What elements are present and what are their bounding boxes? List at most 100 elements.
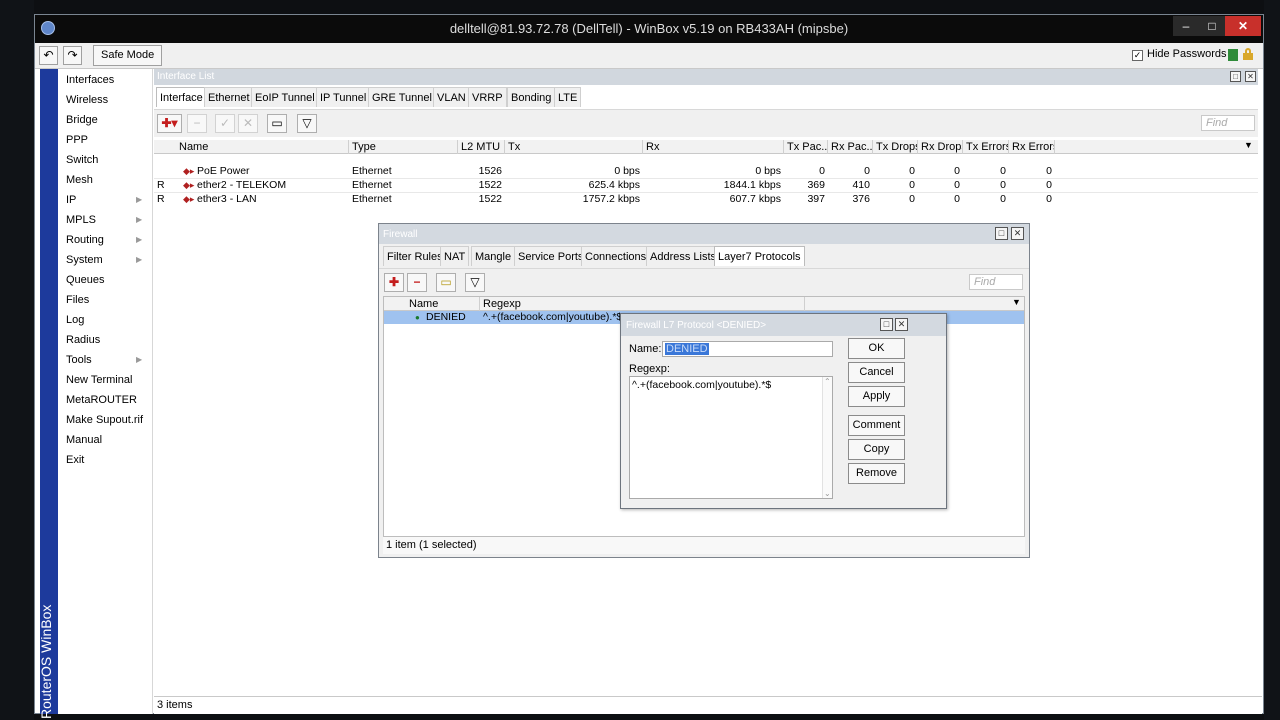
interface-list-title[interactable]: Interface List □ ✕ xyxy=(154,69,1258,85)
filter-icon[interactable]: ▽ xyxy=(297,114,317,133)
tab-eoip-tunnel[interactable]: EoIP Tunnel xyxy=(251,87,319,107)
tab-vrrp[interactable]: VRRP xyxy=(468,87,507,107)
col-type[interactable]: Type xyxy=(349,140,458,154)
close-button[interactable]: ✕ xyxy=(1225,16,1261,36)
enable-icon[interactable]: ✓ xyxy=(215,114,235,133)
submenu-arrow-icon: ▶ xyxy=(136,355,143,364)
add-icon[interactable]: ✚ xyxy=(384,273,404,292)
add-dropdown-icon[interactable]: ✚▾ xyxy=(157,114,182,133)
tab-address-lists[interactable]: Address Lists xyxy=(646,246,721,266)
tab-lte[interactable]: LTE xyxy=(554,87,582,107)
find-input[interactable]: Find xyxy=(1201,115,1255,131)
tab-vlan[interactable]: VLAN xyxy=(433,87,470,107)
winbox-window: delltell@81.93.72.78 (DellTell) - WinBox… xyxy=(34,14,1264,719)
title-bar[interactable]: delltell@81.93.72.78 (DellTell) - WinBox… xyxy=(35,15,1263,43)
disable-icon[interactable]: ✕ xyxy=(238,114,258,133)
ethernet-port-icon: ◆▸ xyxy=(183,166,195,176)
status-dot-icon: ● xyxy=(415,313,420,322)
close-icon[interactable]: ✕ xyxy=(895,318,908,331)
firewall-title[interactable]: Firewall □ ✕ xyxy=(379,224,1029,244)
col-rx[interactable]: Rx xyxy=(643,140,784,154)
col-name[interactable]: Name xyxy=(176,140,349,154)
menu-item-routing[interactable]: Routing ▶ xyxy=(66,234,142,246)
close-icon[interactable]: ✕ xyxy=(1245,71,1256,82)
tab-bonding[interactable]: Bonding xyxy=(507,87,556,107)
menu-item-log[interactable]: Log xyxy=(66,314,84,326)
col-tx-errors[interactable]: Tx Errors xyxy=(963,140,1009,154)
menu-item-interfaces[interactable]: Interfaces xyxy=(66,74,114,86)
regexp-scrollbar[interactable] xyxy=(822,377,832,498)
table-row[interactable]: R ◆▸ ether2 - TELEKOM Ethernet 1522 625.… xyxy=(154,179,1258,192)
interface-status-bar: 3 items xyxy=(154,696,1262,714)
submenu-arrow-icon: ▶ xyxy=(136,235,143,244)
ok-button[interactable]: OK xyxy=(848,338,905,359)
tab-filter-rules[interactable]: Filter Rules xyxy=(383,246,447,266)
col-rx-drops[interactable]: Rx Drops xyxy=(918,140,963,154)
safe-mode-button[interactable]: Safe Mode xyxy=(93,45,163,66)
menu-item-new-terminal[interactable]: New Terminal xyxy=(66,374,132,386)
menu-item-ip[interactable]: IP ▶ xyxy=(66,194,142,206)
col-tx-packets[interactable]: Tx Pac... xyxy=(784,140,828,154)
menu-item-wireless[interactable]: Wireless xyxy=(66,94,108,106)
menu-item-tools[interactable]: Tools ▶ xyxy=(66,354,142,366)
menu-item-files[interactable]: Files xyxy=(66,294,89,306)
comment-icon[interactable]: ▭ xyxy=(267,114,287,133)
column-menu-icon[interactable]: ▼ xyxy=(1244,140,1253,150)
menu-item-bridge[interactable]: Bridge xyxy=(66,114,98,126)
menu-item-exit[interactable]: Exit xyxy=(66,454,84,466)
menu-item-metarouter[interactable]: MetaROUTER xyxy=(66,394,137,406)
tab-connections[interactable]: Connections xyxy=(581,246,651,266)
comment-icon[interactable]: ▭ xyxy=(436,273,456,292)
redo-icon[interactable]: ↷ xyxy=(63,46,82,65)
table-row[interactable]: ◆▸ PoE Power Ethernet 1526 0 bps 0 bps 0… xyxy=(154,165,1258,178)
maximize-button[interactable]: □ xyxy=(1199,16,1225,36)
menu-item-switch[interactable]: Switch xyxy=(66,154,98,166)
tab-mangle[interactable]: Mangle xyxy=(471,246,516,266)
menu-item-radius[interactable]: Radius xyxy=(66,334,100,346)
tab-service-ports[interactable]: Service Ports xyxy=(514,246,588,266)
filter-icon[interactable]: ▽ xyxy=(465,273,485,292)
col-l2mtu[interactable]: L2 MTU xyxy=(458,140,505,154)
maximize-icon[interactable]: □ xyxy=(1230,71,1241,82)
col-name[interactable]: Name xyxy=(406,297,480,311)
col-tx-drops[interactable]: Tx Drops xyxy=(873,140,918,154)
col-rx-packets[interactable]: Rx Pac... xyxy=(828,140,873,154)
find-input[interactable]: Find xyxy=(969,274,1023,290)
regexp-field[interactable]: ^.+(facebook.com|youtube).*$ xyxy=(629,376,833,499)
col-regexp[interactable]: Regexp xyxy=(480,297,805,311)
remove-icon[interactable]: − xyxy=(407,273,427,292)
table-row[interactable]: R ◆▸ ether3 - LAN Ethernet 1522 1757.2 k… xyxy=(154,193,1258,206)
menu-item-manual[interactable]: Manual xyxy=(66,434,102,446)
remove-icon[interactable]: − xyxy=(187,114,207,133)
tab-layer7-protocols[interactable]: Layer7 Protocols xyxy=(714,246,805,266)
cancel-button[interactable]: Cancel xyxy=(848,362,905,383)
remove-button[interactable]: Remove xyxy=(848,463,905,484)
dialog-title[interactable]: Firewall L7 Protocol <DENIED> □ ✕ xyxy=(621,314,946,336)
tab-ip-tunnel[interactable]: IP Tunnel xyxy=(316,87,371,107)
menu-item-system[interactable]: System ▶ xyxy=(66,254,142,266)
col-tx[interactable]: Tx xyxy=(505,140,643,154)
close-icon[interactable]: ✕ xyxy=(1011,227,1024,240)
tab-ethernet[interactable]: Ethernet xyxy=(204,87,254,107)
submenu-arrow-icon: ▶ xyxy=(136,215,143,224)
status-square-icon xyxy=(1228,49,1238,61)
col-rx-errors[interactable]: Rx Errors xyxy=(1009,140,1055,154)
tab-nat[interactable]: NAT xyxy=(440,246,470,266)
maximize-icon[interactable]: □ xyxy=(995,227,1008,240)
tab-interface[interactable]: Interface xyxy=(156,87,207,107)
name-field[interactable]: DENIED xyxy=(662,341,833,357)
minimize-button[interactable]: – xyxy=(1173,16,1199,36)
undo-icon[interactable]: ↶ xyxy=(39,46,58,65)
menu-item-make-supout[interactable]: Make Supout.rif xyxy=(66,414,143,426)
comment-button[interactable]: Comment xyxy=(848,415,905,436)
tab-gre-tunnel[interactable]: GRE Tunnel xyxy=(368,87,436,107)
copy-button[interactable]: Copy xyxy=(848,439,905,460)
column-menu-icon[interactable]: ▼ xyxy=(1012,297,1021,307)
maximize-icon[interactable]: □ xyxy=(880,318,893,331)
menu-item-mpls[interactable]: MPLS ▶ xyxy=(66,214,142,226)
menu-item-queues[interactable]: Queues xyxy=(66,274,105,286)
menu-item-mesh[interactable]: Mesh xyxy=(66,174,93,186)
menu-item-ppp[interactable]: PPP xyxy=(66,134,88,146)
apply-button[interactable]: Apply xyxy=(848,386,905,407)
hide-passwords-checkbox[interactable]: ✓ Hide Passwords xyxy=(1132,48,1226,61)
